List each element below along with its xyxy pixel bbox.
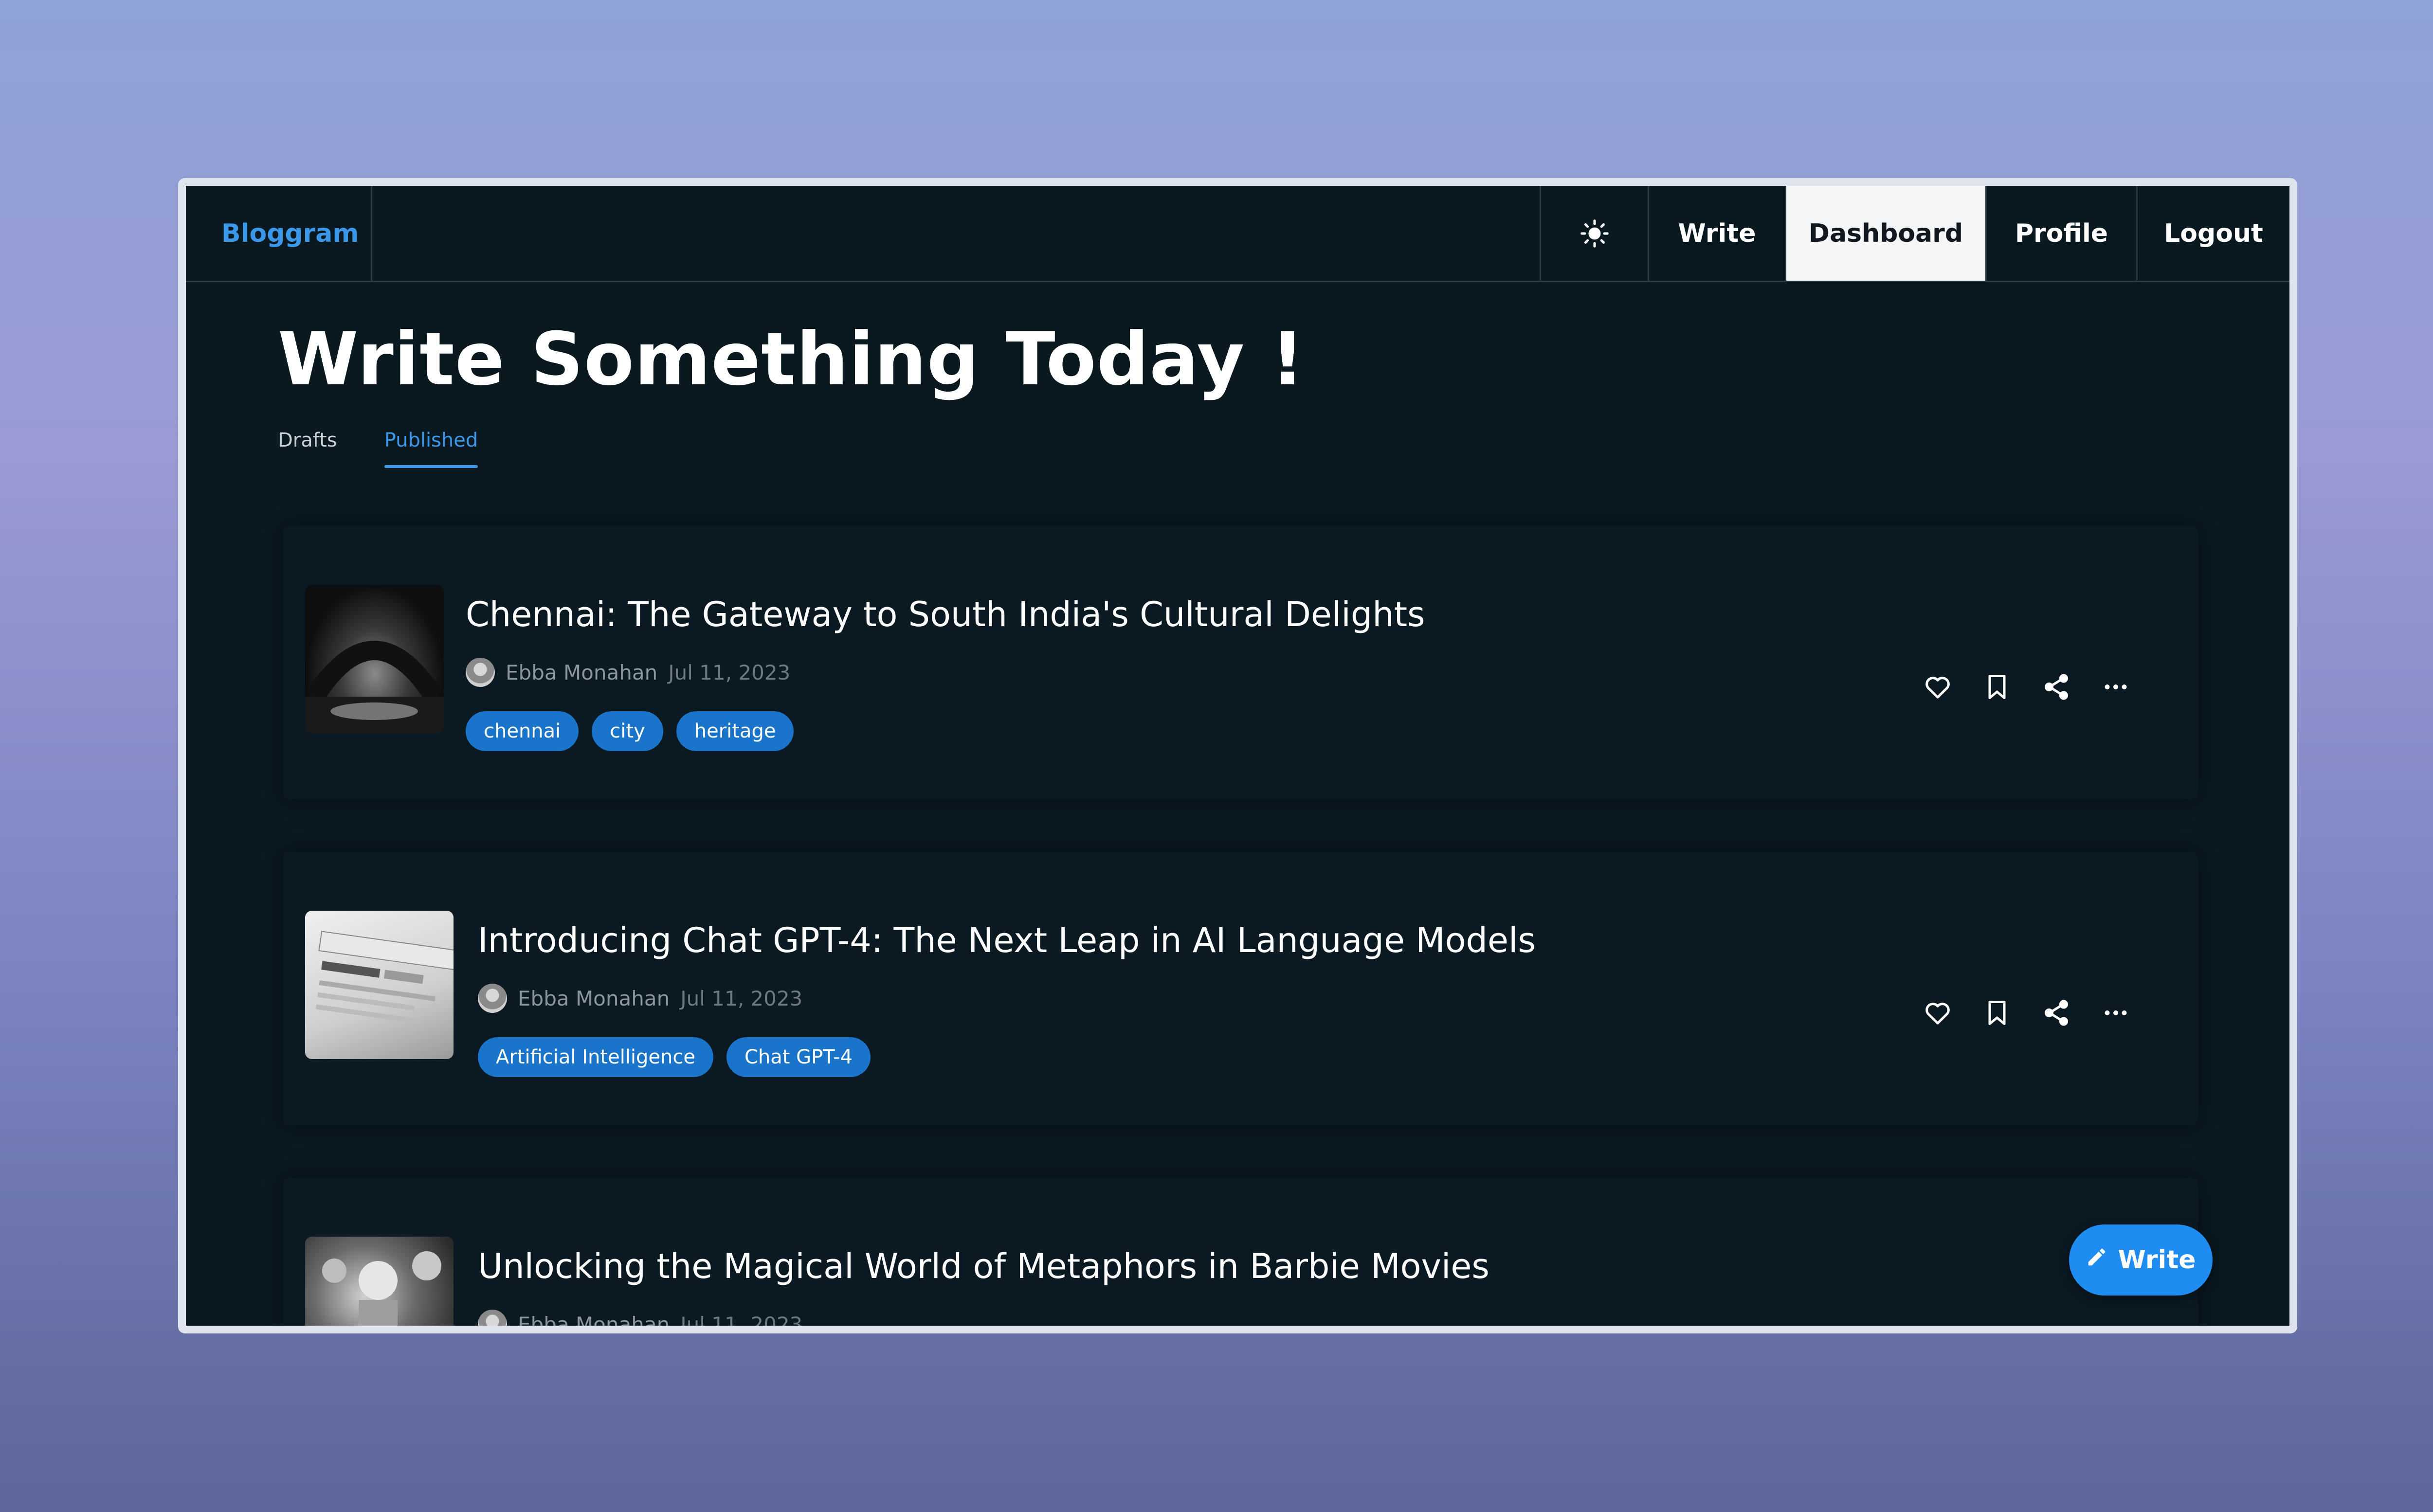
tab-drafts[interactable]: Drafts	[278, 429, 337, 468]
post-card[interactable]: Introducing Chat GPT-4: The Next Leap in…	[283, 852, 2198, 1125]
brand-logo[interactable]: Bloggram	[186, 186, 372, 281]
post-card[interactable]: Unlocking the Magical World of Metaphors…	[283, 1178, 2198, 1333]
post-actions	[1923, 998, 2130, 1027]
bookmark-icon[interactable]	[1982, 1324, 2012, 1326]
pencil-icon	[2086, 1245, 2108, 1275]
fab-label: Write	[2118, 1245, 2196, 1275]
page-title: Write Something Today !	[278, 317, 1305, 402]
navbar-spacer	[372, 186, 1541, 281]
app-window: Bloggram Write Dashboard Profile Logout …	[178, 178, 2297, 1333]
avatar[interactable]	[478, 984, 507, 1013]
bookmark-icon[interactable]	[1982, 672, 2012, 702]
post-title[interactable]: Unlocking the Magical World of Metaphors…	[478, 1246, 1489, 1286]
tag-chip[interactable]: heritage	[676, 711, 794, 751]
more-icon[interactable]	[2101, 672, 2130, 702]
post-date: Jul 11, 2023	[680, 1312, 803, 1333]
heart-icon[interactable]	[1923, 672, 1952, 702]
nav-logout-button[interactable]: Logout	[2138, 186, 2289, 281]
tag-chip[interactable]: Artificial Intelligence	[478, 1037, 713, 1077]
post-title[interactable]: Chennai: The Gateway to South India's Cu…	[466, 594, 1425, 634]
post-actions	[1923, 1324, 2130, 1326]
post-date: Jul 11, 2023	[668, 660, 791, 684]
floating-write-button[interactable]: Write	[2069, 1224, 2213, 1296]
share-icon[interactable]	[2042, 998, 2071, 1027]
share-icon[interactable]	[2042, 1324, 2071, 1326]
nav-write-button[interactable]: Write	[1649, 186, 1786, 281]
post-meta: Ebba Monahan Jul 11, 2023	[478, 984, 802, 1013]
nav-profile-button[interactable]: Profile	[1987, 186, 2138, 281]
post-thumbnail[interactable]	[305, 1237, 454, 1326]
more-icon[interactable]	[2101, 998, 2130, 1027]
chatgpt-photo	[315, 931, 454, 1024]
post-card[interactable]: Chennai: The Gateway to South India's Cu…	[283, 526, 2198, 799]
avatar[interactable]	[478, 1310, 507, 1326]
theme-toggle-button[interactable]	[1541, 186, 1649, 281]
heart-icon[interactable]	[1923, 1324, 1952, 1326]
tab-published[interactable]: Published	[384, 429, 478, 468]
tag-chip[interactable]: city	[592, 711, 663, 751]
tag-chip[interactable]: Chat GPT-4	[726, 1037, 871, 1077]
post-meta: Ebba Monahan Jul 11, 2023	[478, 1310, 803, 1333]
more-icon[interactable]	[2101, 1324, 2130, 1326]
sun-icon	[1580, 219, 1609, 248]
barbie-photo	[322, 1251, 441, 1326]
navbar: Bloggram Write Dashboard Profile Logout	[186, 186, 2289, 282]
post-thumbnail[interactable]	[305, 585, 444, 733]
tag-list: chennai city heritage	[466, 711, 794, 751]
bookmark-icon[interactable]	[1982, 998, 2012, 1027]
post-date: Jul 11, 2023	[680, 986, 803, 1010]
share-icon[interactable]	[2042, 672, 2071, 702]
post-meta: Ebba Monahan Jul 11, 2023	[466, 658, 790, 687]
chennai-photo	[305, 641, 444, 733]
post-thumbnail[interactable]	[305, 911, 454, 1059]
post-tabs: Drafts Published	[278, 429, 478, 468]
post-title[interactable]: Introducing Chat GPT-4: The Next Leap in…	[478, 920, 1536, 960]
author-name[interactable]: Ebba Monahan	[518, 1313, 670, 1326]
author-name[interactable]: Ebba Monahan	[518, 987, 670, 1010]
author-name[interactable]: Ebba Monahan	[506, 661, 657, 684]
tag-chip[interactable]: chennai	[466, 711, 579, 751]
nav-dashboard-button[interactable]: Dashboard	[1786, 186, 1987, 281]
heart-icon[interactable]	[1923, 998, 1952, 1027]
tag-list: Artificial Intelligence Chat GPT-4	[478, 1037, 871, 1077]
post-actions	[1923, 672, 2130, 702]
avatar[interactable]	[466, 658, 495, 687]
